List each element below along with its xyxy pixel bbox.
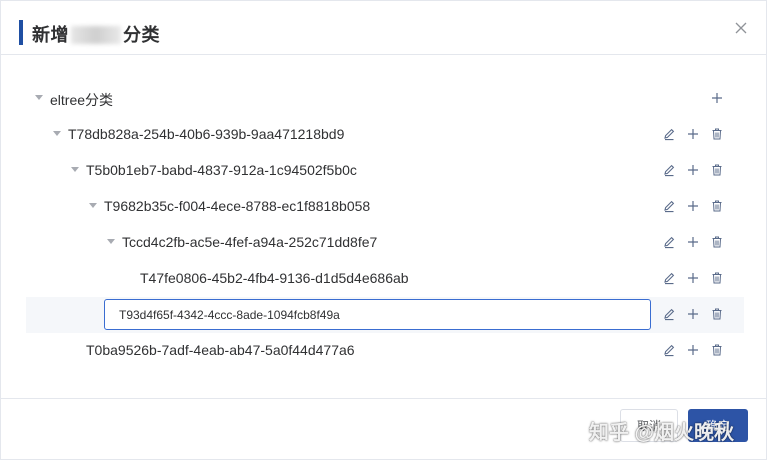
tree-node-label: T78db828a-254b-40b6-939b-9aa471218bd9 [68,126,345,142]
tree-node[interactable]: T9682b35c-f004-4ece-8788-ec1f8818b058 [26,189,744,225]
plus-icon[interactable] [686,127,700,141]
tree-node-label: Tccd4c2fb-ac5e-4fef-a94a-252c71dd8fe7 [122,234,378,250]
tree-node-label: T0ba9526b-7adf-4eab-ab47-5a0f44d477a6 [86,342,355,358]
footer-divider [1,398,766,399]
trash-icon[interactable] [710,127,724,141]
tree-node[interactable]: T5b0b1eb7-babd-4837-912a-1c94502f5b0c [26,153,744,189]
tree-node-root[interactable]: eltree分类 [26,81,744,117]
edit-icon[interactable] [662,163,676,177]
tree-node[interactable]: T78db828a-254b-40b6-939b-9aa471218bd9 [26,117,744,153]
chevron-down-icon[interactable] [53,131,61,136]
chevron-down-icon[interactable] [107,239,115,244]
add-category-dialog: 新增 分类 eltree分类 T78db828a-254b-40b6-939b-9… [0,0,767,460]
tree-node[interactable]: T0ba9526b-7adf-4eab-ab47-5a0f44d477a6 [26,333,744,369]
dialog-title-suffix: 分类 [123,25,160,45]
edit-icon[interactable] [662,271,676,285]
dialog-title: 新增 分类 [32,21,160,47]
cancel-button[interactable]: 取消 [620,409,678,442]
edit-icon[interactable] [662,307,676,321]
plus-icon[interactable] [686,163,700,177]
chevron-down-icon[interactable] [71,167,79,172]
plus-icon[interactable] [686,343,700,357]
plus-icon[interactable] [686,271,700,285]
node-name-input[interactable] [104,299,651,330]
plus-icon[interactable] [686,235,700,249]
edit-icon[interactable] [662,199,676,213]
redacted-text [71,26,121,44]
plus-icon[interactable] [686,307,700,321]
trash-icon[interactable] [710,199,724,213]
tree-node[interactable]: Tccd4c2fb-ac5e-4fef-a94a-252c71dd8fe7 [26,225,744,261]
plus-icon[interactable] [686,199,700,213]
tree-node-label: T9682b35c-f004-4ece-8788-ec1f8818b058 [104,198,371,214]
chevron-down-icon[interactable] [89,203,97,208]
trash-icon[interactable] [710,163,724,177]
chevron-down-icon[interactable] [35,95,43,100]
trash-icon[interactable] [710,343,724,357]
tree-node[interactable]: T47fe0806-45b2-4fb4-9136-d1d5d4e686ab [26,261,744,297]
tree-node-label: T47fe0806-45b2-4fb4-9136-d1d5d4e686ab [140,270,409,286]
trash-icon[interactable] [710,271,724,285]
close-icon[interactable] [733,20,749,36]
confirm-button[interactable]: 确定 [688,409,748,442]
dialog-header: 新增 分类 [1,1,766,55]
title-accent-bar [19,20,23,45]
edit-icon[interactable] [662,127,676,141]
plus-icon[interactable] [710,91,724,105]
edit-icon[interactable] [662,343,676,357]
dialog-title-prefix: 新增 [32,25,69,45]
trash-icon[interactable] [710,235,724,249]
tree-node-label: eltree分类 [50,92,114,108]
tree-node-editing[interactable] [26,297,744,333]
trash-icon[interactable] [710,307,724,321]
tree-node-label: T5b0b1eb7-babd-4837-912a-1c94502f5b0c [86,162,357,178]
edit-icon[interactable] [662,235,676,249]
